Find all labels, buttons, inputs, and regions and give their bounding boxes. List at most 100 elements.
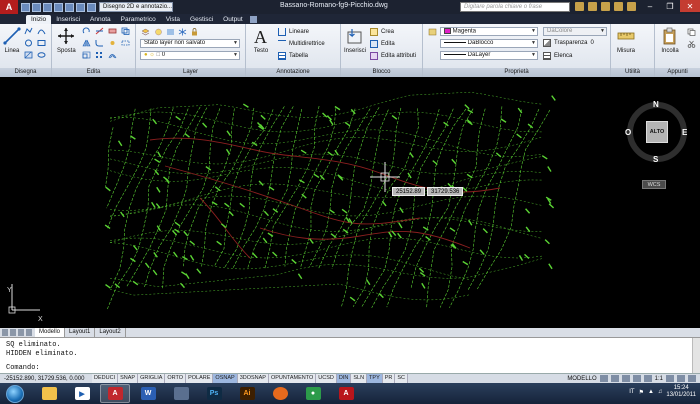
clean-screen-icon[interactable]	[688, 375, 696, 382]
list-button[interactable]: Elenca	[543, 52, 572, 60]
trim-icon[interactable]	[95, 27, 104, 35]
model-space-button[interactable]: MODELLO	[567, 376, 596, 382]
tab-layout1[interactable]: Layout1	[65, 328, 96, 337]
taskbar-app-word[interactable]: W	[133, 384, 163, 403]
prev-tab-icon[interactable]	[10, 329, 16, 336]
taskbar-app-illustrator[interactable]: Ai	[232, 384, 262, 403]
rotate-icon[interactable]	[82, 27, 91, 35]
wcs-menu-button[interactable]: WCS	[642, 180, 666, 189]
zoom-icon[interactable]	[632, 375, 641, 382]
minimize-icon[interactable]: –	[640, 0, 660, 12]
last-tab-icon[interactable]	[26, 329, 32, 336]
tab-gestisci[interactable]: Gestisci	[185, 15, 218, 24]
layer-isolate-icon[interactable]	[166, 28, 175, 36]
erase-icon[interactable]	[108, 27, 117, 35]
communication-icon[interactable]	[601, 2, 610, 11]
toggle-polare[interactable]: POLARE	[186, 374, 214, 383]
copy-clip-icon[interactable]	[687, 28, 696, 36]
multileader-button[interactable]: Multidirettrice	[278, 40, 325, 48]
help-icon[interactable]	[627, 2, 636, 11]
cut-icon[interactable]	[687, 40, 696, 48]
lock-ui-icon[interactable]	[677, 375, 685, 382]
paste-button[interactable]: Incolla	[661, 27, 679, 54]
tab-inizio[interactable]: Inizio	[26, 15, 52, 24]
compass-south[interactable]: S	[653, 155, 658, 164]
properties-panel-title[interactable]: Proprietà	[423, 68, 610, 77]
polyline-icon[interactable]	[24, 27, 33, 35]
first-tab-icon[interactable]	[2, 329, 8, 336]
tab-layout2[interactable]: Layout2	[95, 328, 126, 337]
toggle-din[interactable]: DIN	[336, 374, 352, 383]
workspace-selector[interactable]: Disegno 2D e annotazio...	[99, 2, 173, 12]
table-button[interactable]: Tabella	[278, 52, 308, 60]
language-indicator[interactable]: IT	[629, 389, 634, 395]
toggle-opuntamento[interactable]: OPUNTAMENTO	[268, 374, 317, 383]
toggle-snap[interactable]: SNAP	[118, 374, 139, 383]
taskbar-app-explorer[interactable]	[34, 384, 64, 403]
linear-dimension-button[interactable]: Lineare	[278, 28, 309, 36]
new-file-icon[interactable]	[21, 2, 30, 12]
toggle-sln[interactable]: SLN	[351, 374, 368, 383]
circle-icon[interactable]	[24, 39, 33, 47]
arc-icon[interactable]	[37, 27, 46, 35]
mirror-icon[interactable]	[82, 39, 91, 47]
layer-state-dropdown[interactable]: Stato layer non salvato ▼	[140, 39, 240, 48]
linetype-dropdown[interactable]: DaBlocco ▼	[440, 39, 538, 48]
taskbar-app-photoshop[interactable]: Ps	[199, 384, 229, 403]
annotation-scale[interactable]: 1:1	[655, 376, 663, 382]
annotation-panel-title[interactable]: Annotazione	[246, 68, 340, 77]
start-button[interactable]	[6, 384, 24, 403]
workspace-switch-icon[interactable]	[666, 375, 674, 382]
copy-icon[interactable]	[121, 27, 130, 35]
command-scrollbar[interactable]	[692, 338, 700, 374]
match-properties-icon[interactable]	[428, 28, 437, 36]
tab-parametrico[interactable]: Parametrico	[116, 15, 161, 24]
text-button[interactable]: A Testo	[252, 27, 270, 54]
toggle-deduci[interactable]: DEDUCI	[92, 374, 119, 383]
taskbar-app-generic-app[interactable]	[166, 384, 196, 403]
taskbar-app-media[interactable]: ●	[298, 384, 328, 403]
clipboard-panel-title[interactable]: Appunti	[655, 68, 700, 77]
layer-freeze-icon[interactable]	[178, 28, 187, 36]
redo-icon[interactable]	[87, 2, 96, 12]
tab-annota[interactable]: Annota	[85, 15, 116, 24]
toggle-orto[interactable]: ORTO	[165, 374, 187, 383]
compass-east[interactable]: E	[682, 128, 687, 137]
network-icon[interactable]: ▲	[648, 389, 654, 395]
toggle-osnap[interactable]: OSNAP	[213, 374, 238, 383]
restore-icon[interactable]: ❐	[660, 0, 680, 12]
lineweight-dropdown[interactable]: DaLayer ▼	[440, 51, 538, 60]
ribbon-toggle-icon[interactable]	[249, 16, 257, 23]
undo-icon[interactable]	[76, 2, 85, 12]
favorites-icon[interactable]	[614, 2, 623, 11]
layer-properties-icon[interactable]	[141, 28, 150, 36]
pan-icon[interactable]	[621, 375, 630, 382]
tab-modello[interactable]: Modello	[35, 328, 66, 337]
edit-attributes-button[interactable]: Edita attributi	[370, 52, 416, 60]
rectangle-icon[interactable]	[37, 39, 46, 47]
tray-flag-icon[interactable]: ⚑	[639, 389, 644, 396]
toggle-ucsd[interactable]: UCSD	[316, 374, 337, 383]
subscription-icon[interactable]	[588, 2, 597, 11]
toggle-sc[interactable]: SC	[395, 374, 409, 383]
binoculars-icon[interactable]	[575, 2, 584, 11]
compass-west[interactable]: O	[625, 128, 631, 137]
toggle-tpy[interactable]: TPY	[367, 374, 383, 383]
modify-panel-title[interactable]: Edita	[52, 68, 135, 77]
tab-output[interactable]: Output	[218, 15, 248, 24]
taskbar-app-autocad[interactable]: A	[100, 384, 130, 403]
compass-north[interactable]: N	[653, 100, 659, 109]
offset-icon[interactable]	[108, 51, 117, 59]
toggle-pr[interactable]: PR	[382, 374, 396, 383]
draw-panel-title[interactable]: Disegna	[0, 68, 51, 77]
measure-button[interactable]: Misura	[617, 27, 635, 54]
block-panel-title[interactable]: Blocco	[341, 68, 422, 77]
tab-inserisci[interactable]: Inserisci	[51, 15, 85, 24]
viewcube[interactable]: ALTO N S E O	[624, 100, 690, 174]
next-tab-icon[interactable]	[18, 329, 24, 336]
fillet-icon[interactable]	[95, 39, 104, 47]
insert-button[interactable]: Inserisci	[344, 27, 366, 54]
toggle-3dosnap[interactable]: 3DOSNAP	[237, 374, 269, 383]
ellipse-icon[interactable]	[37, 51, 46, 59]
save-as-icon[interactable]	[54, 2, 63, 12]
